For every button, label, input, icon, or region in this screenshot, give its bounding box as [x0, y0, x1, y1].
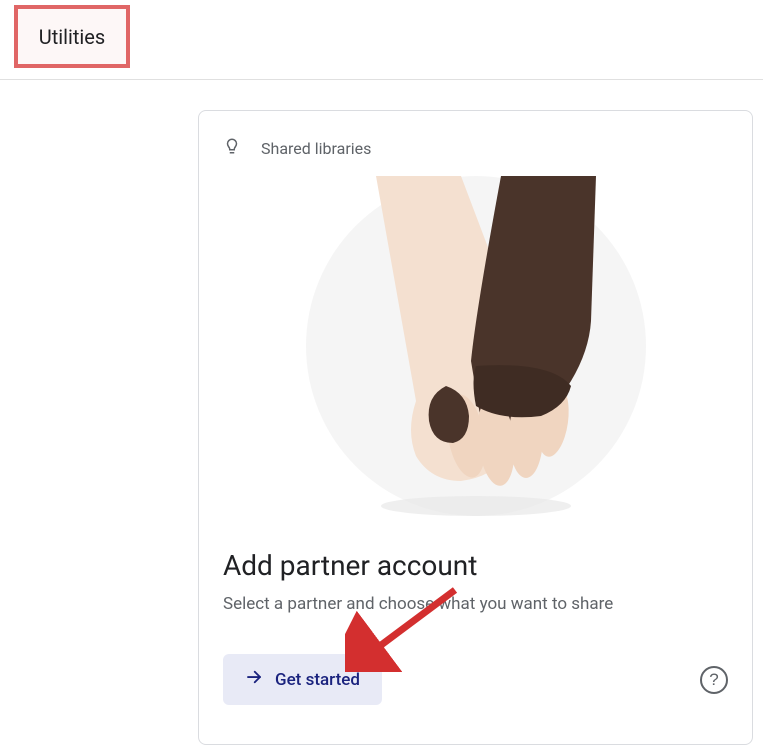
utilities-highlight-box: Utilities	[14, 5, 130, 68]
get-started-label: Get started	[275, 670, 360, 690]
arrow-right-icon	[245, 668, 263, 691]
holding-hands-illustration	[301, 171, 651, 521]
utilities-label: Utilities	[39, 25, 105, 49]
get-started-button[interactable]: Get started	[223, 654, 382, 705]
card-footer: Get started ?	[223, 654, 728, 705]
lightbulb-icon	[223, 135, 241, 161]
card-title: Add partner account	[223, 549, 728, 582]
question-mark-icon: ?	[709, 670, 718, 690]
illustration-container	[223, 171, 728, 521]
card-subtitle: Select a partner and choose what you wan…	[223, 594, 728, 614]
help-button[interactable]: ?	[700, 666, 728, 694]
page-header: Utilities	[0, 0, 763, 80]
card-header-label: Shared libraries	[261, 139, 371, 158]
shared-libraries-card: Shared libraries Add partner account Sel…	[198, 110, 753, 745]
card-header: Shared libraries	[223, 135, 728, 161]
